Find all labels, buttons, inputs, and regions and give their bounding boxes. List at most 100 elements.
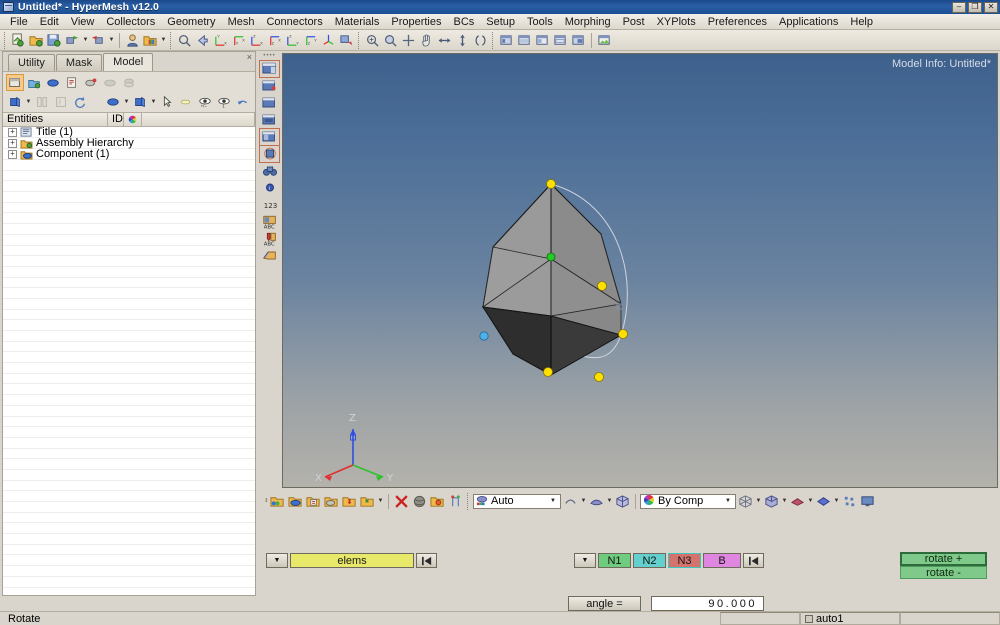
save-model-icon[interactable] — [46, 32, 63, 49]
solidmesh-dropdown-arrow[interactable]: ▼ — [781, 493, 788, 510]
show-only-icon[interactable]: 1 — [215, 93, 233, 110]
color-dropdown-arrow[interactable]: ▼ — [123, 93, 130, 110]
page-window-4-icon[interactable] — [260, 112, 279, 128]
text-abc-2-icon[interactable]: ABC — [260, 231, 279, 247]
chevron-down-icon[interactable]: ▼ — [722, 495, 734, 508]
card-edit-icon[interactable] — [341, 493, 358, 510]
group-edit-icon[interactable] — [323, 493, 340, 510]
menu-tools[interactable]: Tools — [521, 15, 559, 29]
xz-view-icon[interactable]: ZX — [248, 32, 265, 49]
hiddenline-dropdown-arrow[interactable]: ▼ — [606, 493, 613, 510]
load-userprofile-icon[interactable] — [142, 32, 159, 49]
display-dropdown-arrow[interactable]: ▼ — [25, 93, 32, 110]
chevron-down-icon[interactable]: ▼ — [547, 495, 559, 508]
highlight-icon[interactable] — [177, 93, 195, 110]
shadedgeom-dropdown-arrow[interactable]: ▼ — [833, 493, 840, 510]
menu-edit[interactable]: Edit — [34, 15, 65, 29]
isolate-icon[interactable] — [52, 93, 70, 110]
close-button[interactable]: ✕ — [984, 2, 998, 13]
menu-post[interactable]: Post — [617, 15, 651, 29]
maximize-button[interactable]: ❐ — [968, 2, 982, 13]
refresh-icon[interactable] — [71, 93, 89, 110]
rotate-view-icon[interactable] — [338, 32, 355, 49]
measure-icon[interactable] — [260, 248, 279, 264]
window-2-icon[interactable] — [516, 32, 533, 49]
zy-view-icon[interactable]: ZY — [302, 32, 319, 49]
node-type-dropdown[interactable]: ▼ — [574, 553, 596, 568]
entity-reset-button[interactable] — [416, 553, 437, 568]
toolbar-grip-2[interactable] — [170, 32, 173, 49]
pan-icon[interactable] — [418, 32, 435, 49]
window-1-icon[interactable] — [498, 32, 515, 49]
window-5-icon[interactable] — [570, 32, 587, 49]
panel-grip-2[interactable] — [467, 493, 470, 510]
menu-materials[interactable]: Materials — [329, 15, 386, 29]
userprofile-dropdown-arrow[interactable]: ▼ — [160, 32, 167, 49]
page-window-2-icon[interactable] — [260, 78, 279, 94]
export-icon[interactable] — [90, 32, 107, 49]
page-window-1-icon[interactable] — [260, 61, 279, 77]
n2-button[interactable]: N2 — [633, 553, 666, 568]
wiremesh-dropdown-arrow[interactable]: ▼ — [755, 493, 762, 510]
panel-toolbar-grip[interactable]: •• — [262, 498, 268, 505]
menu-collectors[interactable]: Collectors — [100, 15, 161, 29]
circle-select-icon[interactable] — [260, 146, 279, 162]
solid-mesh-icon[interactable] — [763, 493, 780, 510]
laminate-icon[interactable] — [120, 74, 138, 91]
toolbar-grip-3[interactable] — [358, 32, 361, 49]
browser-close-icon[interactable]: × — [247, 53, 252, 62]
component-icon[interactable] — [44, 74, 62, 91]
renumber-icon[interactable] — [447, 493, 464, 510]
binoculars-icon[interactable] — [260, 163, 279, 179]
ply-icon[interactable] — [101, 74, 119, 91]
wire-mesh-icon[interactable] — [737, 493, 754, 510]
tree-item-component[interactable]: + Component (1) — [3, 149, 255, 160]
menu-mesh[interactable]: Mesh — [222, 15, 261, 29]
user-profile-icon[interactable] — [124, 32, 141, 49]
numbers-123-icon[interactable]: 123 — [260, 197, 279, 213]
include-edit-icon[interactable] — [305, 493, 322, 510]
b-button[interactable]: B — [703, 553, 741, 568]
display-component-icon[interactable] — [131, 93, 149, 110]
node-id-icon[interactable]: i — [260, 180, 279, 196]
rotate-minus-button[interactable]: rotate - — [900, 566, 987, 579]
angle-label-button[interactable]: angle = — [568, 596, 641, 611]
expander-icon[interactable]: + — [8, 150, 17, 159]
window-3-icon[interactable] — [534, 32, 551, 49]
import-dropdown-arrow[interactable]: ▼ — [82, 32, 89, 49]
menu-xyplots[interactable]: XYPlots — [651, 15, 702, 29]
featurelines-dropdown-arrow[interactable]: ▼ — [807, 493, 814, 510]
feature-lines-icon[interactable] — [789, 493, 806, 510]
page-window-3-icon[interactable] — [260, 95, 279, 111]
reorder-icon[interactable] — [33, 93, 51, 110]
open-model-icon[interactable] — [28, 32, 45, 49]
color-sphere-icon[interactable] — [104, 93, 122, 110]
new-model-icon[interactable] — [10, 32, 27, 49]
toolbar-grip[interactable] — [4, 32, 7, 49]
wireframe-icon[interactable] — [562, 493, 579, 510]
capture-image-icon[interactable] — [596, 32, 613, 49]
expander-icon[interactable]: + — [8, 128, 17, 137]
graphics-viewport[interactable]: Model Info: Untitled* — [282, 53, 998, 488]
arrow-horizontal-icon[interactable] — [436, 32, 453, 49]
hidden-line-icon[interactable] — [588, 493, 605, 510]
show-hide-icon[interactable]: +/− — [196, 93, 214, 110]
components-icon[interactable] — [269, 493, 286, 510]
color-wheel-icon[interactable] — [124, 112, 142, 127]
tab-model[interactable]: Model — [103, 53, 153, 71]
menu-connectors[interactable]: Connectors — [260, 15, 328, 29]
yx-view-icon[interactable]: YX — [230, 32, 247, 49]
fit-icon[interactable] — [400, 32, 417, 49]
menu-geometry[interactable]: Geometry — [161, 15, 221, 29]
component-edit-icon[interactable] — [287, 493, 304, 510]
column-entities[interactable]: Entities — [3, 112, 108, 127]
rotate-plus-button[interactable]: rotate + — [900, 552, 987, 566]
pick-arrow-icon[interactable] — [158, 93, 176, 110]
component-dropdown-arrow[interactable]: ▼ — [150, 93, 157, 110]
angle-input[interactable]: 90.000 — [651, 596, 764, 611]
yz-view-icon[interactable]: ZY — [284, 32, 301, 49]
menu-morphing[interactable]: Morphing — [559, 15, 617, 29]
tab-utility[interactable]: Utility — [8, 54, 55, 71]
page-window-5-icon[interactable] — [260, 129, 279, 145]
menu-file[interactable]: File — [4, 15, 34, 29]
